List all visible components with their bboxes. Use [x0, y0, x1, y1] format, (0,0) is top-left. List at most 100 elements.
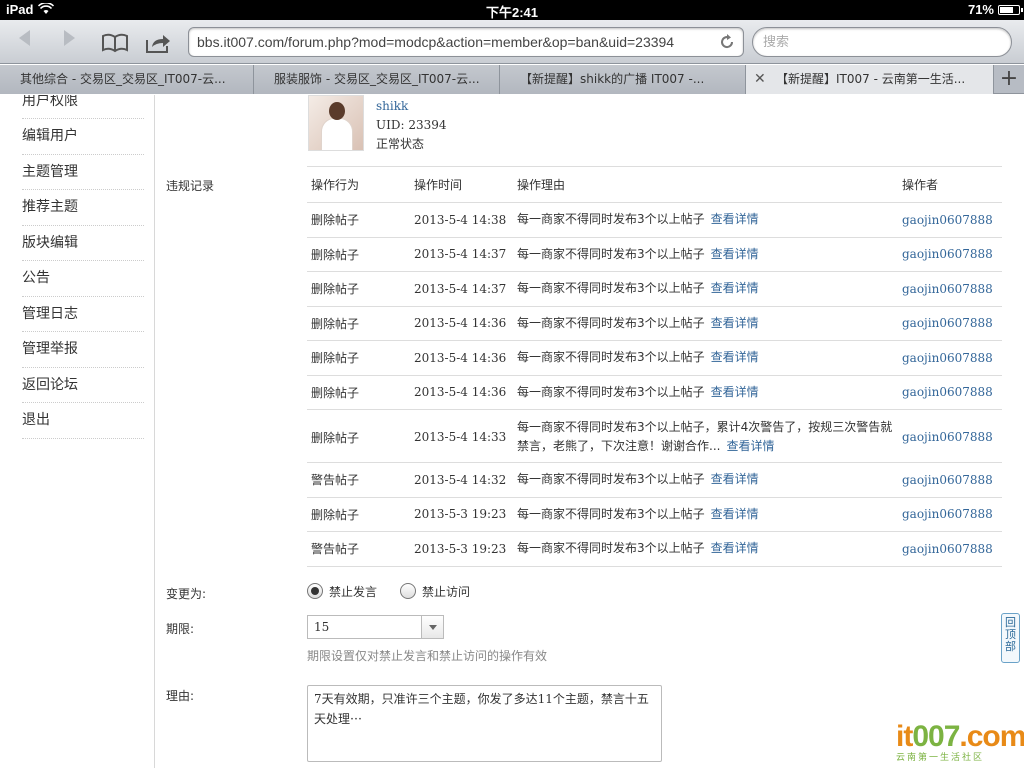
view-details-link[interactable]: 查看详情	[711, 385, 759, 399]
avatar[interactable]	[308, 95, 364, 151]
record-reason: 每一商家不得同时发布3个以上帖子	[517, 541, 705, 556]
record-reason-cell: 每一商家不得同时发布3个以上帖子 查看详情	[513, 531, 898, 567]
record-action: 删除帖子	[307, 340, 410, 376]
record-operator-link[interactable]: gaojin0607888	[898, 271, 1002, 307]
record-action: 删除帖子	[307, 237, 410, 272]
record-reason: 每一商家不得同时发布3个以上帖子	[517, 350, 705, 365]
record-operator-link[interactable]: gaojin0607888	[898, 375, 1002, 410]
sidebar-item[interactable]: 版块编辑	[22, 226, 144, 261]
record-reason-cell: 每一商家不得同时发布3个以上帖子 查看详情	[513, 237, 898, 272]
table-row: 警告帖子 2013-5-4 14:32 每一商家不得同时发布3个以上帖子 查看详情 ga…	[307, 462, 1002, 498]
sidebar-item[interactable]: 编辑用户	[22, 119, 144, 155]
record-time: 2013-5-4 14:33	[410, 409, 513, 463]
browser-tab[interactable]: 其他综合 - 交易区_交易区_IT007-云...	[0, 65, 254, 94]
sidebar-item[interactable]: 返回论坛	[22, 368, 144, 403]
record-reason-cell: 每一商家不得同时发布3个以上帖子 查看详情	[513, 340, 898, 376]
bookmarks-button[interactable]	[100, 28, 130, 56]
period-select[interactable]: 15	[307, 615, 444, 639]
column-header: 操作理由	[513, 166, 898, 203]
view-details-link[interactable]: 查看详情	[711, 281, 759, 295]
clock: 下午2:41	[485, 5, 539, 20]
record-operator-link[interactable]: gaojin0607888	[898, 531, 1002, 567]
sidebar-item[interactable]: 公告	[22, 261, 144, 297]
sidebar-menu: 用户权限 编辑用户 主题管理 推荐主题 版块编辑 公告 管理日志 管理举报 返回论坛 退出	[22, 95, 144, 439]
back-to-top-button[interactable]: 回顶部	[1001, 613, 1020, 663]
view-details-link[interactable]: 查看详情	[711, 507, 759, 521]
violation-records-table: 操作行为 操作时间 操作理由 操作者 删除帖子 2013-5-4 14:38 每一商…	[307, 166, 1002, 567]
view-details-link[interactable]: 查看详情	[711, 247, 759, 261]
record-action: 删除帖子	[307, 375, 410, 410]
record-operator-link[interactable]: gaojin0607888	[898, 237, 1002, 272]
sidebar-item[interactable]: 管理举报	[22, 332, 144, 368]
record-reason: 每一商家不得同时发布3个以上帖子，累计4次警告了，按规三次警告就禁言，老熊了，下…	[517, 420, 893, 453]
radio-ban-post[interactable]: 禁止发言	[307, 582, 377, 602]
record-reason-cell: 每一商家不得同时发布3个以上帖子，累计4次警告了，按规三次警告就禁言，老熊了，下…	[513, 409, 898, 463]
record-operator-link[interactable]: gaojin0607888	[898, 306, 1002, 341]
tab-label: 【新提醒】IT007 - 云南第一生活...	[776, 72, 966, 86]
sidebar-item[interactable]: 管理日志	[22, 297, 144, 332]
view-details-link[interactable]: 查看详情	[711, 350, 759, 364]
record-reason: 每一商家不得同时发布3个以上帖子	[517, 315, 705, 330]
view-details-link[interactable]: 查看详情	[711, 212, 759, 226]
table-row: 警告帖子 2013-5-3 19:23 每一商家不得同时发布3个以上帖子 查看详情 ga…	[307, 531, 1002, 567]
record-operator-link[interactable]: gaojin0607888	[898, 202, 1002, 238]
share-button[interactable]	[143, 28, 173, 56]
record-operator-link[interactable]: gaojin0607888	[898, 340, 1002, 376]
reason-textarea[interactable]: 7天有效期，只准许三个主题，你发了多达11个主题，禁言十五天处理⋯	[307, 685, 662, 762]
record-operator-link[interactable]: gaojin0607888	[898, 409, 1002, 463]
period-label: 期限:	[166, 622, 195, 636]
sidebar-item[interactable]: 退出	[22, 403, 144, 439]
user-name-link[interactable]: shikk	[376, 97, 447, 116]
record-reason: 每一商家不得同时发布3个以上帖子	[517, 384, 705, 399]
record-reason-cell: 每一商家不得同时发布3个以上帖子 查看详情	[513, 462, 898, 498]
column-header: 操作者	[898, 166, 1002, 203]
browser-tab[interactable]: 服装服饰 - 交易区_交易区_IT007-云...	[254, 65, 500, 94]
search-input[interactable]	[763, 33, 993, 51]
record-time: 2013-5-4 14:32	[410, 462, 513, 498]
record-operator-link[interactable]: gaojin0607888	[898, 462, 1002, 498]
record-action: 删除帖子	[307, 306, 410, 341]
site-watermark: it007.com 云南第一生活社区	[896, 720, 1024, 766]
watermark-slogan: 云南第一生活社区	[896, 753, 985, 763]
record-reason-cell: 每一商家不得同时发布3个以上帖子 查看详情	[513, 497, 898, 532]
forward-arrow-icon	[64, 30, 75, 46]
search-bar[interactable]	[752, 27, 1012, 57]
sidebar-item[interactable]: 推荐主题	[22, 190, 144, 226]
chevron-down-icon[interactable]	[421, 616, 443, 638]
back-arrow-icon	[19, 30, 30, 46]
sidebar: 用户权限 编辑用户 主题管理 推荐主题 版块编辑 公告 管理日志 管理举报 返回论坛 退出	[0, 95, 155, 768]
view-details-link[interactable]: 查看详情	[711, 541, 759, 555]
view-details-link[interactable]: 查看详情	[711, 472, 759, 486]
record-reason: 每一商家不得同时发布3个以上帖子	[517, 212, 705, 227]
radio-ban-visit[interactable]: 禁止访问	[400, 582, 470, 602]
record-action: 删除帖子	[307, 497, 410, 532]
avatar-figure	[321, 118, 353, 150]
url-text[interactable]: bbs.it007.com/forum.php?mod=modcp&action…	[197, 34, 713, 50]
browser-tab-active[interactable]: ✕ 【新提醒】IT007 - 云南第一生活...	[746, 65, 994, 94]
period-value: 15	[314, 620, 330, 634]
book-icon	[102, 33, 128, 53]
sidebar-item[interactable]: 主题管理	[22, 155, 144, 190]
table-row: 删除帖子 2013-5-4 14:36 每一商家不得同时发布3个以上帖子 查看详情 ga…	[307, 306, 1002, 341]
record-time: 2013-5-4 14:36	[410, 340, 513, 376]
reload-icon[interactable]	[717, 32, 737, 52]
sidebar-item[interactable]: 用户权限	[22, 95, 144, 119]
address-bar[interactable]: bbs.it007.com/forum.php?mod=modcp&action…	[188, 27, 744, 57]
battery-icon	[998, 5, 1023, 15]
browser-tab[interactable]: 【新提醒】shikk的广播 IT007 -...	[500, 65, 746, 94]
column-header: 操作行为	[307, 166, 410, 203]
new-tab-button[interactable]: +	[994, 65, 1024, 94]
close-tab-icon[interactable]: ✕	[754, 65, 766, 94]
radio-checked-icon	[307, 583, 323, 599]
record-reason: 每一商家不得同时发布3个以上帖子	[517, 506, 705, 521]
back-button[interactable]	[10, 28, 40, 56]
view-details-link[interactable]: 查看详情	[726, 439, 774, 453]
record-action: 删除帖子	[307, 202, 410, 238]
record-operator-link[interactable]: gaojin0607888	[898, 497, 1002, 532]
watermark-logo: it007.com	[896, 720, 1024, 753]
record-time: 2013-5-4 14:38	[410, 202, 513, 238]
table-row: 删除帖子 2013-5-4 14:36 每一商家不得同时发布3个以上帖子 查看详情 ga…	[307, 375, 1002, 410]
forward-button[interactable]	[54, 28, 84, 56]
view-details-link[interactable]: 查看详情	[711, 316, 759, 330]
user-info: shikk UID: 23394 正常状态	[376, 97, 447, 154]
